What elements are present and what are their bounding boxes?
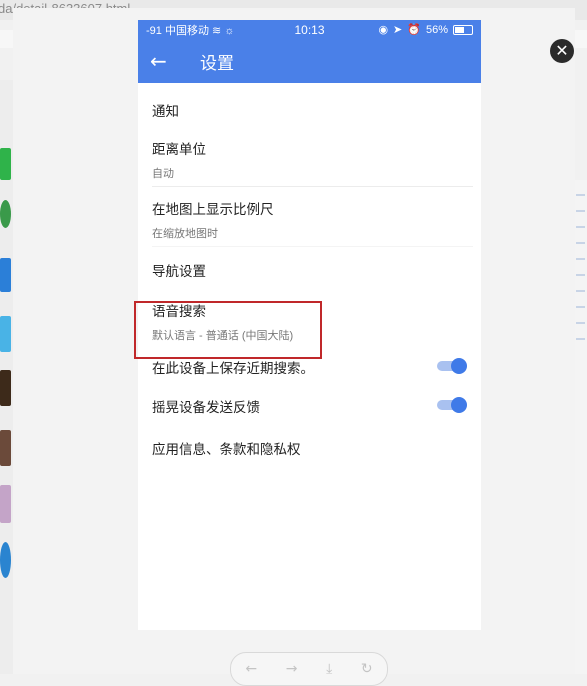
app-bar: ← 设置 (138, 39, 481, 83)
settings-list: 通知 距离单位 自动 在地图上显示比例尺 在缩放地图时 导航设置 语音搜索 默认… (138, 83, 481, 468)
page-title: 设置 (200, 53, 234, 73)
settings-item-title: 导航设置 (152, 264, 206, 279)
settings-item-navigation[interactable]: 导航设置 (138, 247, 481, 290)
battery-icon (453, 24, 473, 35)
settings-item-title: 应用信息、条款和隐私权 (152, 442, 301, 457)
highlight-box (134, 301, 322, 359)
status-time: 10:13 (294, 22, 325, 37)
shake-feedback-toggle[interactable] (437, 397, 467, 413)
settings-item-title: 在地图上显示比例尺 (152, 202, 274, 217)
image-toolbar: ← → ⤓ ↻ (230, 652, 388, 686)
close-button[interactable]: ✕ (550, 39, 574, 63)
download-icon[interactable]: ⤓ (326, 661, 332, 677)
settings-item-notifications[interactable]: 通知 (138, 83, 481, 124)
arrow-left-icon[interactable]: ← (150, 49, 178, 73)
app-thumbnail (0, 258, 11, 292)
close-icon: ✕ (555, 41, 569, 60)
arrow-left-icon[interactable]: ← (245, 661, 257, 677)
arrow-right-icon[interactable]: → (286, 661, 298, 677)
app-thumbnail (0, 316, 11, 352)
settings-item-title: 在此设备上保存近期搜索。 (152, 361, 314, 376)
settings-item-title: 通知 (152, 104, 179, 119)
status-bar: -91 中国移动 ≋ ☼ 10:13 ◉ ➤ ⏰ 56% (138, 20, 481, 39)
background-right-column (574, 180, 587, 674)
app-thumbnail (0, 430, 11, 466)
settings-item-title: 距离单位 (152, 142, 206, 157)
settings-item-scale-bar[interactable]: 在地图上显示比例尺 在缩放地图时 (138, 187, 481, 242)
save-searches-toggle[interactable] (437, 358, 467, 374)
app-thumbnail (0, 200, 11, 228)
settings-item-about[interactable]: 应用信息、条款和隐私权 (138, 425, 481, 468)
app-thumbnail (0, 370, 11, 406)
settings-item-subtitle: 在缩放地图时 (152, 228, 218, 240)
settings-item-distance-units[interactable]: 距离单位 自动 (138, 124, 481, 182)
rotate-icon[interactable]: ↻ (361, 661, 373, 677)
app-thumbnail (0, 485, 11, 523)
app-thumbnail (0, 148, 11, 180)
settings-item-shake-feedback[interactable]: 摇晃设备发送反馈 (138, 384, 481, 425)
settings-item-title: 摇晃设备发送反馈 (152, 400, 260, 415)
app-thumbnail (0, 542, 11, 578)
background-sidebar (0, 80, 13, 674)
image-viewer-overlay: ✕ -91 中国移动 ≋ ☼ 10:13 ◉ ➤ ⏰ 56% ← 设置 通知 距… (13, 8, 575, 686)
settings-item-subtitle: 自动 (152, 168, 174, 180)
